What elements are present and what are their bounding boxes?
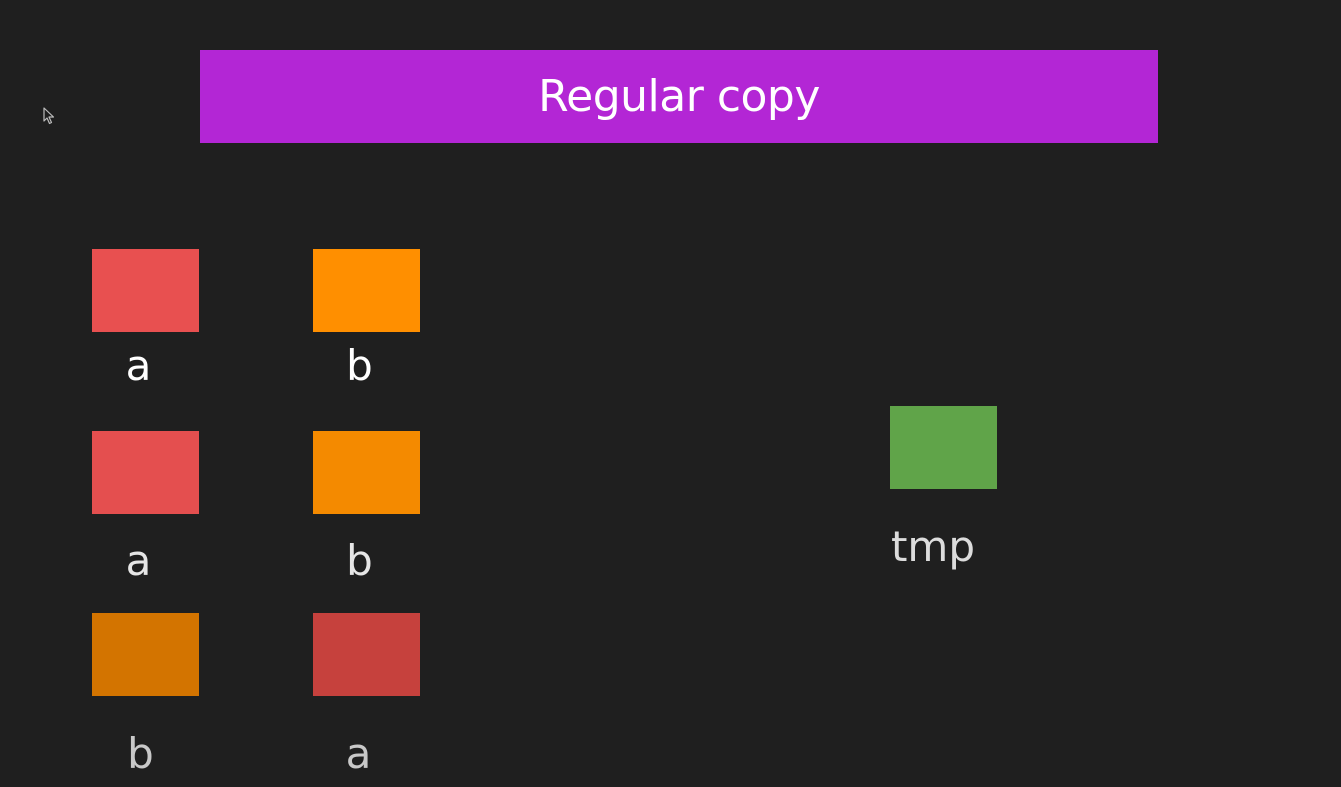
row3-left-box <box>92 613 199 696</box>
row2-right-label: b <box>346 536 373 585</box>
title-banner: Regular copy <box>200 50 1158 143</box>
row2-left-box <box>92 431 199 514</box>
row1-left-label: a <box>125 341 152 390</box>
tmp-label: tmp <box>890 522 976 571</box>
tmp-box <box>890 406 997 489</box>
row1-right-label: b <box>346 341 373 390</box>
row2-right-box <box>313 431 420 514</box>
row3-right-box <box>313 613 420 696</box>
row1-right-box <box>313 249 420 332</box>
row3-left-label: b <box>127 729 154 778</box>
title-text: Regular copy <box>538 71 820 122</box>
mouse-cursor-icon <box>43 107 55 125</box>
row1-left-box <box>92 249 199 332</box>
row3-right-label: a <box>345 729 372 778</box>
row2-left-label: a <box>125 536 152 585</box>
